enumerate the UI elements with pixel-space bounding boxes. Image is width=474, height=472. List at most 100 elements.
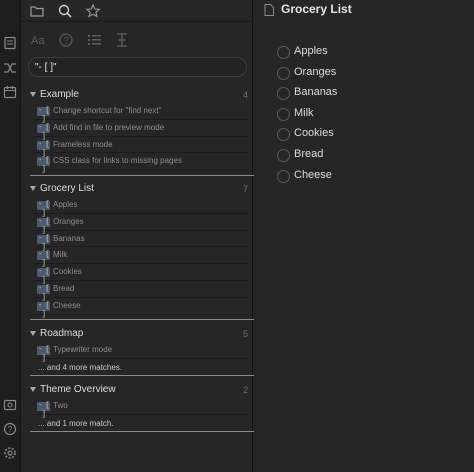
search-match-text: Bread [53,283,75,293]
result-group-title[interactable]: Roadmap [40,328,83,339]
match-count: 7 [242,184,248,194]
todo-label[interactable]: Oranges [294,66,336,78]
checkbox-highlight: - [ ] [37,157,50,175]
search-match-text: CSS class for links to missing pages [53,156,182,166]
search-match-text: Oranges [53,216,84,226]
search-match-text: Cookies [53,267,82,277]
todo-checkbox[interactable] [277,87,290,101]
search-match-text: Apples [53,200,78,209]
search-match-text: Frameless mode [53,139,113,149]
search-match[interactable]: - [ ] CSS class for links to missing page… [34,153,248,175]
search-match[interactable]: - [ ] Change shortcut for "find next" [34,103,248,124]
settings-icon[interactable] [3,446,17,460]
shuffle-icon[interactable] [3,61,17,75]
svg-text:?: ? [63,36,68,46]
search-match[interactable]: - [ ] Two [34,398,248,419]
file-explorer-icon[interactable] [3,36,17,50]
todo-label[interactable]: Bananas [294,86,337,98]
result-group: Example 4- [ ] Change shortcut for "find n… [21,89,253,175]
folder-icon[interactable] [29,3,45,19]
todo-checkbox[interactable] [277,46,290,59]
explain-query-icon[interactable]: ? [57,31,75,49]
help-icon[interactable]: ? [3,422,17,436]
search-match[interactable]: - [ ] Add find in file to preview mode [34,120,248,141]
note-title[interactable]: Grocery List [281,2,352,16]
match-case-icon[interactable]: Aa [29,31,47,49]
svg-text:?: ? [8,425,13,434]
result-group-header[interactable]: Example 4 [21,89,253,103]
sidebar-tabs [21,0,253,22]
editor-pane: Grocery List Apples Oranges Bananas Milk Coo… [254,0,474,472]
result-group-title[interactable]: Grocery List [40,183,94,194]
todo-label[interactable]: Apples [294,45,328,57]
search-field[interactable] [28,57,247,77]
show-more-context-icon[interactable] [113,31,131,49]
search-match[interactable]: - [ ] Bananas [34,231,248,252]
checkbox-highlight: - [ ] [37,346,50,363]
more-matches[interactable]: ... and 4 more matches. [34,359,248,376]
todo-label[interactable]: Cheese [294,169,332,181]
search-options: Aa ? [21,31,253,49]
result-group-title[interactable]: Theme Overview [40,384,116,395]
collapse-arrow-icon[interactable] [30,92,36,97]
collapse-arrow-icon[interactable] [30,387,36,392]
result-group-header[interactable]: Grocery List 7 [21,183,253,197]
result-group-header[interactable]: Theme Overview 2 [21,384,253,398]
match-count: 5 [242,329,248,339]
checkbox-highlight: - [ ] [37,123,50,141]
checkbox-highlight: - [ ] [37,251,50,269]
checkbox-highlight: - [ ] [37,268,50,286]
search-match[interactable]: - [ ] Milk [34,247,248,269]
collapse-arrow-icon[interactable] [30,331,36,336]
more-matches[interactable]: ... and 1 more match. [34,415,248,432]
search-match[interactable]: - [ ] Bread [34,281,248,302]
search-match-text: Two [53,401,68,410]
result-group: Theme Overview 2- [ ] Two... and 1 more ma… [21,384,253,432]
group-divider [30,431,268,432]
search-match[interactable]: - [ ] Cookies [34,264,248,286]
search-match[interactable]: - [ ] Oranges [34,214,248,235]
result-group-header[interactable]: Roadmap 5 [21,328,253,342]
checkbox-highlight: - [ ] [37,284,50,302]
search-match[interactable]: - [ ] Apples [34,197,248,218]
checkbox-highlight: - [ ] [37,234,50,252]
search-match[interactable]: - [ ] Cheese [34,298,248,319]
search-match-text: Bananas [53,233,85,243]
search-match[interactable]: - [ ] Frameless mode [34,137,248,158]
result-group: Grocery List 7- [ ] Apples - [ ] Oranges - [ … [21,183,253,319]
checkbox-highlight: - [ ] [37,402,50,419]
todo-label[interactable]: Cookies [294,127,334,139]
todo-checkbox[interactable] [277,128,290,142]
todo-checkbox[interactable] [277,149,290,162]
group-divider [30,175,268,176]
todo-checkbox[interactable] [277,107,290,121]
todo-label[interactable]: Milk [294,107,314,119]
star-icon[interactable] [85,3,101,19]
todo-checkbox[interactable] [277,169,290,183]
calendar-icon[interactable] [3,85,17,99]
todo-checkbox[interactable] [277,66,290,80]
match-count: 2 [242,385,248,395]
result-group-title[interactable]: Example [40,89,79,100]
more-matches-text: ... and 4 more matches. [38,362,123,372]
checkbox-highlight: - [ ] [37,107,50,124]
search-icon[interactable] [57,3,73,19]
search-match-text: Add find in file to preview mode [53,122,165,132]
search-pane: Aa ? Example4- [ ]Change shortcut for "f… [21,0,268,472]
search-match-text: Cheese [53,300,81,310]
ribbon: ? [0,0,21,472]
match-count: 4 [242,90,248,100]
search-match[interactable]: - [ ] Typewriter mode [34,342,248,363]
todo-label[interactable]: Bread [294,148,323,160]
collapse-arrow-icon[interactable] [30,186,36,191]
vault-icon[interactable] [3,398,17,412]
search-match-text: Milk [53,250,68,260]
search-input[interactable] [35,60,235,74]
checkbox-highlight: - [ ] [37,140,50,158]
document-icon [264,4,274,16]
result-group: Roadmap 5 - [ ] Typewriter mode... and 4 mo… [21,328,253,376]
search-match-text: Change shortcut for "find next" [53,106,162,115]
more-matches-text: ... and 1 more match. [38,418,114,428]
collapse-results-icon[interactable] [85,31,103,49]
checkbox-highlight: - [ ] [37,301,50,319]
